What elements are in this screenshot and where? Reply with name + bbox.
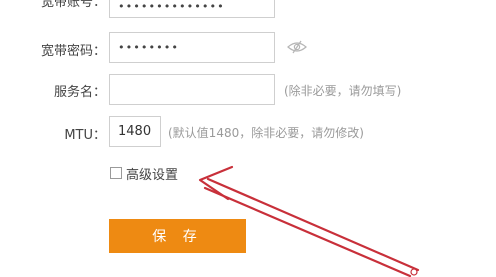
annotation-arrow: [198, 165, 420, 277]
